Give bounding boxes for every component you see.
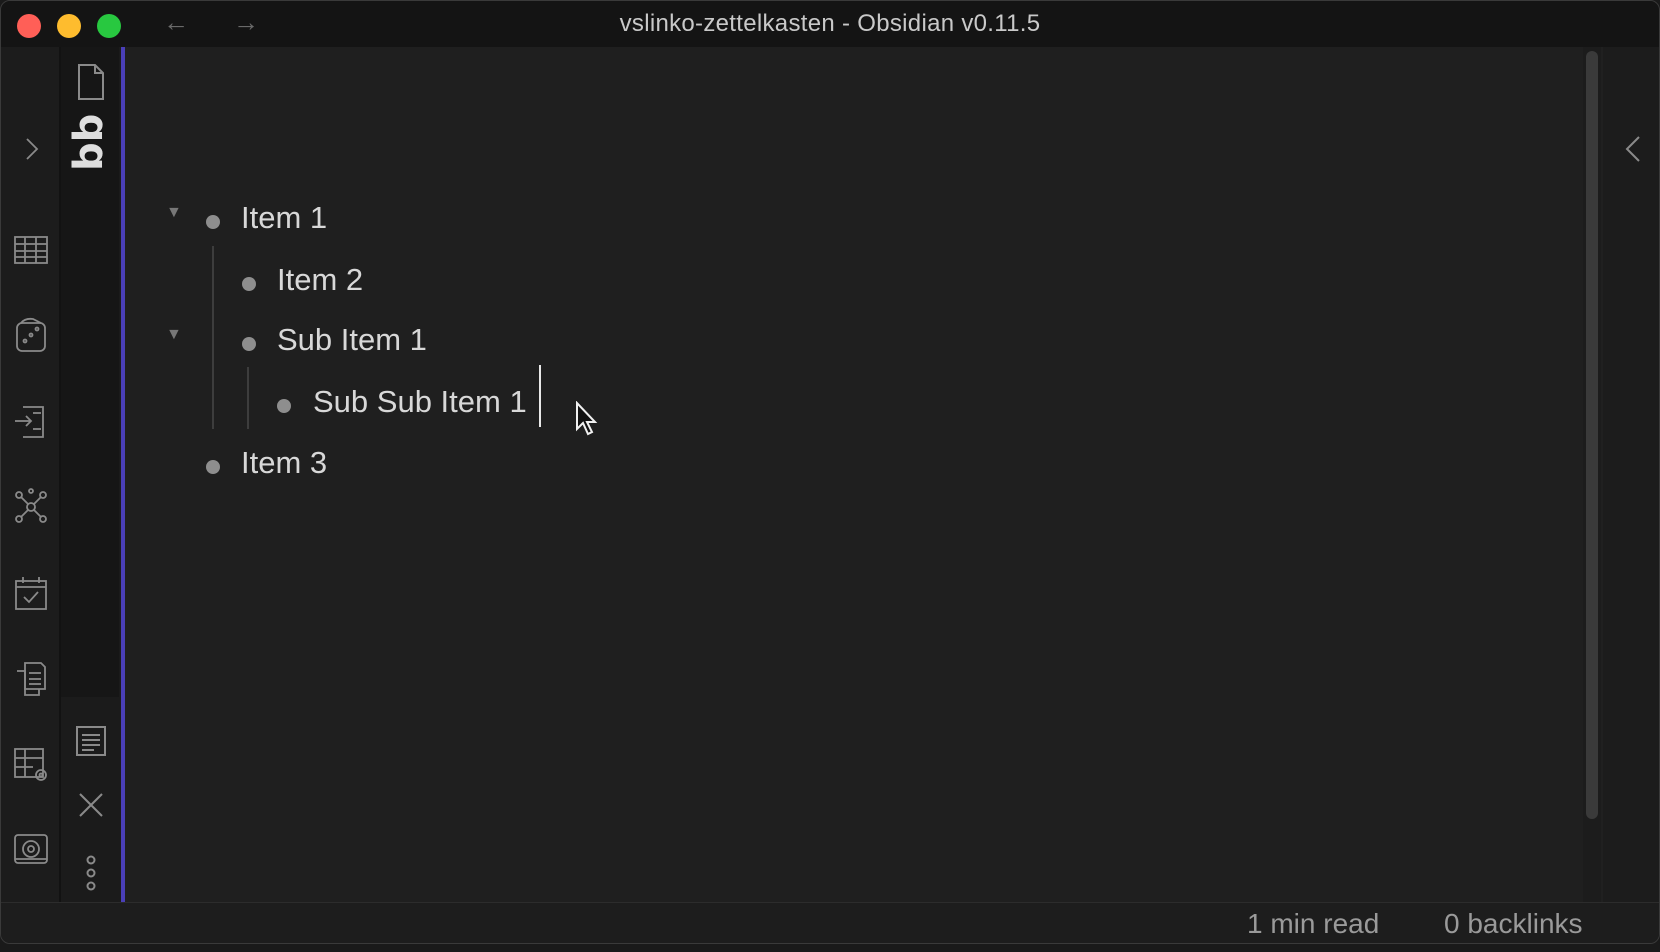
obsidian-window: ← → vslinko-zettelkasten - Obsidian v0.1… xyxy=(0,0,1660,944)
indent-guide xyxy=(247,367,249,429)
editor-scrollbar-thumb[interactable] xyxy=(1586,51,1598,819)
dice-icon[interactable] xyxy=(11,315,51,355)
table-icon[interactable] xyxy=(11,229,51,269)
outline-icon[interactable] xyxy=(75,725,107,757)
list-item[interactable]: Sub Item 1 xyxy=(277,322,427,358)
list-item[interactable]: Item 3 xyxy=(241,445,327,481)
read-time: 1 min read xyxy=(1247,908,1380,939)
close-icon[interactable] xyxy=(77,791,105,819)
left-ribbon xyxy=(1,47,61,902)
chevron-right-icon[interactable] xyxy=(11,129,51,169)
editor-pane[interactable] xyxy=(125,47,1585,902)
right-ribbon xyxy=(1603,47,1659,902)
vault-icon[interactable] xyxy=(11,829,51,869)
calendar-check-icon[interactable] xyxy=(11,573,51,613)
import-icon[interactable] xyxy=(11,401,51,441)
fold-toggle-icon[interactable]: ▼ xyxy=(166,326,182,344)
chevron-left-icon[interactable] xyxy=(1621,129,1645,169)
list-bullet[interactable] xyxy=(206,215,220,229)
list-item[interactable]: Item 1 xyxy=(241,200,327,236)
indent-guide xyxy=(212,246,214,429)
tab-title[interactable]: bb xyxy=(66,114,112,171)
window-title: vslinko-zettelkasten - Obsidian v0.11.5 xyxy=(619,10,1041,37)
list-item[interactable]: Item 2 xyxy=(277,262,363,298)
status-bar: 1 min read 0 backlinks xyxy=(1,902,1659,943)
table-settings-icon[interactable] xyxy=(11,745,51,785)
mouse-pointer-icon xyxy=(575,400,599,442)
file-icon[interactable] xyxy=(75,63,107,101)
documents-icon[interactable] xyxy=(11,659,51,699)
list-bullet[interactable] xyxy=(277,399,291,413)
graph-icon[interactable] xyxy=(11,487,51,527)
more-options-icon[interactable] xyxy=(83,855,99,891)
list-bullet[interactable] xyxy=(242,337,256,351)
list-bullet[interactable] xyxy=(206,460,220,474)
fold-toggle-icon[interactable]: ▼ xyxy=(166,204,182,222)
vertical-tab-strip: bb xyxy=(61,47,121,902)
title-bar: ← → vslinko-zettelkasten - Obsidian v0.1… xyxy=(1,1,1659,47)
list-bullet[interactable] xyxy=(242,277,256,291)
text-caret xyxy=(539,365,541,427)
backlinks-count[interactable]: 0 backlinks xyxy=(1444,908,1583,940)
list-item[interactable]: Sub Sub Item 1 xyxy=(313,384,527,420)
